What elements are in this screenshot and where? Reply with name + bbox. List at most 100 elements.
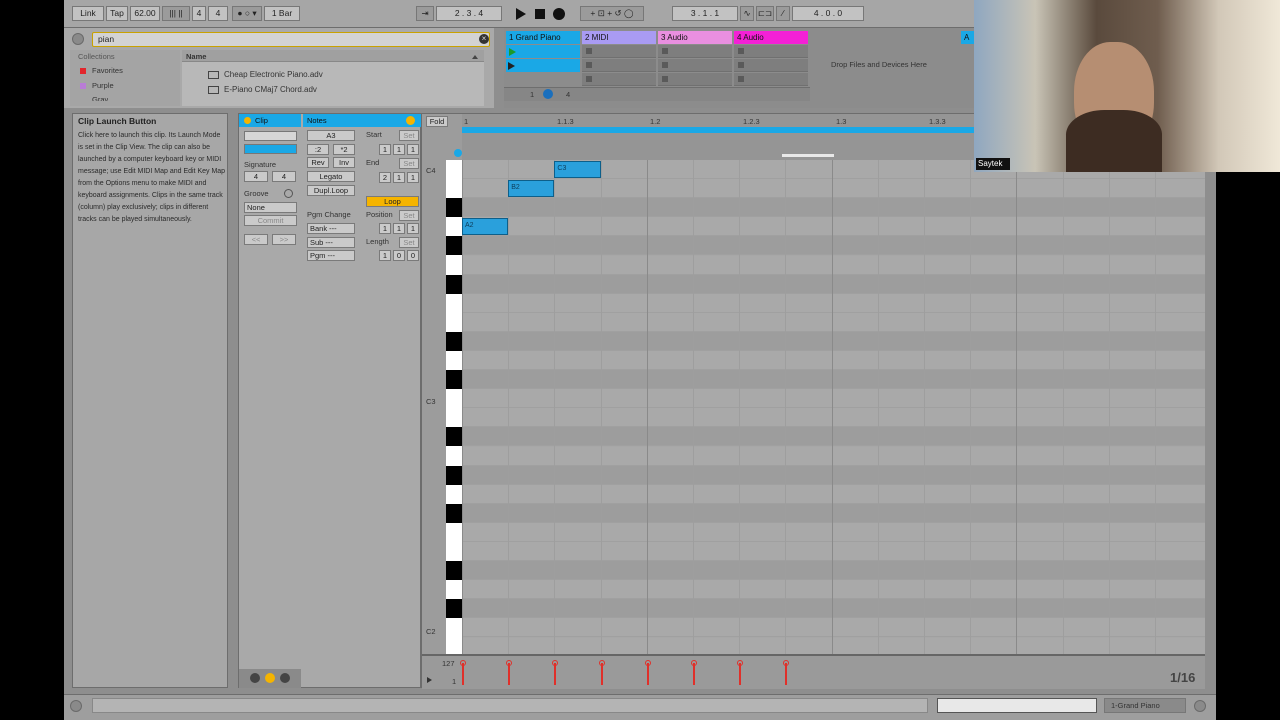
- nudge-forward-icon[interactable]: >>: [272, 234, 296, 245]
- envelopes-box-icon[interactable]: [265, 673, 275, 683]
- clear-search-icon[interactable]: ×: [479, 34, 489, 44]
- half-button[interactable]: :2: [307, 144, 329, 155]
- clip-slot[interactable]: [582, 45, 656, 58]
- signature-denominator[interactable]: 4: [208, 6, 228, 21]
- playhead-start-icon[interactable]: [454, 149, 462, 157]
- sample-box-icon[interactable]: [280, 673, 290, 683]
- length-sixteenth-field[interactable]: 0: [407, 250, 419, 261]
- collection-gray[interactable]: Gray: [92, 95, 108, 101]
- selected-track-label[interactable]: 1-Grand Piano: [1104, 698, 1186, 713]
- velocity-handle[interactable]: [460, 660, 466, 666]
- legato-button[interactable]: Legato: [307, 171, 355, 182]
- start-beat-field[interactable]: 1: [393, 144, 405, 155]
- midi-note[interactable]: C3: [554, 161, 601, 178]
- sort-icon[interactable]: [472, 55, 478, 59]
- end-sixteenth-field[interactable]: 1: [407, 172, 419, 183]
- track-header-grand-piano[interactable]: 1 Grand Piano: [506, 31, 580, 44]
- tempo-field[interactable]: 62.00: [130, 6, 160, 21]
- clip-slot[interactable]: [658, 45, 732, 58]
- start-set-button[interactable]: Set: [399, 130, 419, 141]
- end-bar-field[interactable]: 2: [379, 172, 391, 183]
- file-item[interactable]: Cheap Electronic Piano.adv: [224, 70, 323, 79]
- velocity-marker[interactable]: [554, 663, 557, 685]
- metronome-icon[interactable]: ● ○ ▾: [232, 6, 262, 21]
- clip-slot-selected[interactable]: [506, 59, 580, 72]
- black-key[interactable]: [446, 599, 462, 619]
- position-beat-field[interactable]: 1: [393, 223, 405, 234]
- slot-stop-icon[interactable]: [662, 62, 668, 68]
- sub-bank-field[interactable]: Sub ---: [307, 237, 355, 248]
- velocity-marker[interactable]: [739, 663, 742, 685]
- grid-size-label[interactable]: 1/16: [1170, 670, 1195, 685]
- black-key[interactable]: [446, 198, 462, 218]
- slot-stop-icon[interactable]: [586, 62, 592, 68]
- track-header-midi[interactable]: 2 MIDI: [582, 31, 656, 44]
- length-bar-field[interactable]: 1: [379, 250, 391, 261]
- velocity-handle[interactable]: [691, 660, 697, 666]
- slot-stop-icon[interactable]: [586, 48, 592, 54]
- black-key[interactable]: [446, 427, 462, 447]
- clip-slot[interactable]: [582, 59, 656, 72]
- metronome-bars-icon[interactable]: ||| ||: [162, 6, 190, 21]
- info-toggle-icon[interactable]: [70, 700, 82, 712]
- arrangement-position[interactable]: 2 . 3 . 4: [436, 6, 502, 21]
- clip-signature-num[interactable]: 4: [244, 171, 268, 182]
- velocity-marker[interactable]: [693, 663, 695, 685]
- reverse-button[interactable]: Rev: [307, 157, 329, 168]
- note-grid[interactable]: A2B2C3D3E3F3G3A3: [462, 160, 1205, 654]
- start-bar-field[interactable]: 1: [379, 144, 391, 155]
- slot-stop-icon[interactable]: [586, 76, 592, 82]
- track-header-audio-4[interactable]: 4 Audio: [734, 31, 808, 44]
- velocity-handle[interactable]: [598, 660, 605, 666]
- clip-slot[interactable]: [582, 73, 656, 86]
- clip-color-menu[interactable]: [244, 144, 297, 154]
- record-icon[interactable]: [553, 8, 565, 20]
- clip-slot[interactable]: [734, 59, 808, 72]
- collection-purple[interactable]: Purple: [92, 81, 114, 90]
- black-key[interactable]: [446, 465, 462, 485]
- velocity-marker[interactable]: [600, 663, 603, 685]
- velocity-marker[interactable]: [646, 663, 649, 685]
- velocity-expand-icon[interactable]: [427, 677, 432, 683]
- stop-icon[interactable]: [535, 9, 545, 19]
- clip-slot[interactable]: [658, 59, 732, 72]
- position-bar-field[interactable]: 1: [379, 223, 391, 234]
- commit-button[interactable]: Commit: [244, 215, 297, 226]
- clip-signature-den[interactable]: 4: [272, 171, 296, 182]
- nudge-back-icon[interactable]: <<: [244, 234, 268, 245]
- midi-note[interactable]: B2: [508, 180, 555, 198]
- start-sixteenth-field[interactable]: 1: [407, 144, 419, 155]
- clip-slot[interactable]: [734, 73, 808, 86]
- clip-play-icon[interactable]: [509, 48, 516, 56]
- velocity-marker[interactable]: [508, 663, 511, 685]
- clip-slot[interactable]: [734, 45, 808, 58]
- velocity-handle[interactable]: [644, 660, 651, 666]
- browser-toggle-icon[interactable]: [72, 33, 84, 45]
- launch-box-icon[interactable]: [250, 673, 260, 683]
- punch-in-icon[interactable]: ∿: [740, 6, 754, 21]
- name-column-header[interactable]: Name: [186, 52, 206, 61]
- track-channel[interactable]: 4: [566, 90, 570, 99]
- clip-activator-icon[interactable]: [244, 117, 251, 124]
- groove-menu[interactable]: None: [244, 202, 297, 213]
- loop-toggle-icon[interactable]: ⊏⊐: [756, 6, 774, 21]
- slot-stop-icon[interactable]: [662, 48, 668, 54]
- black-key[interactable]: [446, 331, 462, 351]
- program-field[interactable]: Pgm ---: [307, 250, 355, 261]
- clip-slot[interactable]: [658, 73, 732, 86]
- velocity-handle[interactable]: [737, 660, 744, 666]
- velocity-handle[interactable]: [783, 660, 790, 666]
- end-beat-field[interactable]: 1: [393, 172, 405, 183]
- detail-toggle-icon[interactable]: [1194, 700, 1206, 712]
- clip-launch-button[interactable]: [508, 62, 515, 70]
- search-input[interactable]: pian: [92, 32, 490, 47]
- collection-favorites[interactable]: Favorites: [92, 66, 123, 75]
- piano-keyboard[interactable]: [446, 160, 462, 654]
- signature-numerator[interactable]: 4: [192, 6, 206, 21]
- loop-length-field[interactable]: 4 . 0 . 0: [792, 6, 864, 21]
- file-item[interactable]: E-Piano CMaj7 Chord.adv: [224, 85, 317, 94]
- notes-toggle-icon[interactable]: [406, 116, 415, 125]
- fold-button[interactable]: Fold: [426, 116, 448, 127]
- black-key[interactable]: [446, 561, 462, 581]
- link-button[interactable]: Link: [72, 6, 104, 21]
